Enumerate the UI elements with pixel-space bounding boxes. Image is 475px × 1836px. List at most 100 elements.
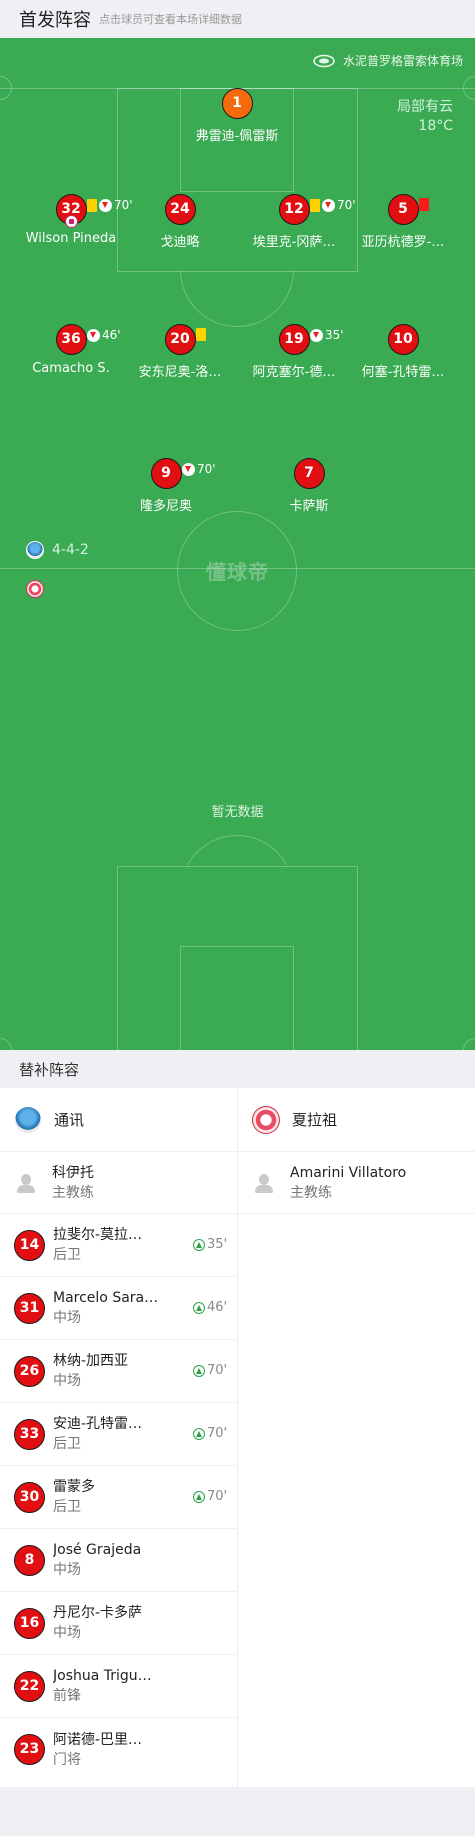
- player-name: Camacho S.: [32, 361, 110, 376]
- player-number: 10: [387, 324, 419, 355]
- sub-in: 35': [193, 1237, 227, 1252]
- player-number: 5: [387, 194, 419, 225]
- sub-minute: 70': [197, 462, 216, 476]
- sub-in: 70': [193, 1426, 227, 1441]
- player-slot[interactable]: 12 70' 埃里克-冈萨…: [239, 194, 356, 250]
- sub-minute: 35': [325, 328, 344, 342]
- sub-player-row[interactable]: 26 林纳-加西亚 中场 70': [0, 1340, 237, 1403]
- sub-number: 16: [14, 1607, 45, 1639]
- corner-arc: [0, 1038, 12, 1050]
- sub-in-minute: 35': [207, 1237, 228, 1252]
- sub-name: 丹尼尔-卡多萨: [53, 1605, 143, 1621]
- sub-player-row[interactable]: 30 雷蒙多后卫 70': [0, 1466, 237, 1529]
- away-no-data: 暂无数据: [211, 805, 264, 820]
- red-card-icon: [419, 198, 429, 211]
- subs-panel: 通讯 科伊托 主教练 14 拉斐尔-莫拉… 后卫 35' 31 Marcelo S…: [0, 1088, 475, 1787]
- player-events: [419, 198, 429, 211]
- bottom-goal-box: [180, 946, 294, 1050]
- yellow-card-icon: [310, 198, 320, 212]
- sub-in-icon: [193, 1238, 205, 1251]
- player-slot[interactable]: 10 何塞-孔特雷…: [348, 324, 458, 380]
- sub-position: 门将: [53, 1751, 81, 1768]
- sub-position: 后卫: [53, 1247, 81, 1263]
- player-number: 1: [221, 88, 253, 119]
- player-name: 弗雷迪-佩雷斯: [195, 129, 279, 144]
- sub-player-row[interactable]: 16 丹尼尔-卡多萨 中场: [0, 1592, 237, 1655]
- sub-number: 14: [14, 1229, 45, 1261]
- player-number: 36: [55, 324, 87, 355]
- sub-player-row[interactable]: 33 安迪-孔特雷… 后卫 70': [0, 1403, 237, 1466]
- sub-in-minute: 70': [207, 1489, 228, 1504]
- sub-number: 26: [14, 1355, 45, 1387]
- sub-out-icon: [322, 198, 335, 212]
- player-slot[interactable]: 9 70' 隆多尼奥: [111, 458, 221, 514]
- player-name: 卡萨斯: [289, 499, 329, 514]
- sub-in-minute: 70': [207, 1363, 228, 1378]
- away-coach-row: Amarini Villatoro 主教练: [238, 1152, 475, 1214]
- player-name: 隆多尼奥: [139, 499, 192, 514]
- sub-position: 中场: [53, 1625, 81, 1641]
- sub-out-icon: [87, 328, 100, 342]
- player-name: 阿克塞尔-德…: [252, 365, 336, 380]
- sub-minute: 46': [102, 328, 121, 342]
- sub-position: 后卫: [53, 1499, 81, 1515]
- sub-player-row[interactable]: 23 阿诺德-巴里… 门将: [0, 1718, 237, 1781]
- lineup-header: 首发阵容 点击球员可查看本场详细数据: [0, 0, 475, 38]
- sub-in: 70': [193, 1489, 227, 1504]
- sub-number: 23: [14, 1734, 45, 1765]
- player-name: 戈迪略: [160, 235, 200, 250]
- sub-number: 30: [14, 1481, 45, 1513]
- sub-number: 8: [14, 1544, 45, 1576]
- player-slot[interactable]: 24 戈迪略: [125, 194, 235, 250]
- sub-name: 林纳-加西亚: [53, 1353, 129, 1369]
- weather-condition: 局部有云: [397, 99, 453, 115]
- player-slot[interactable]: 20 安东尼奥-洛…: [125, 324, 235, 380]
- sub-name: 安迪-孔特雷…: [53, 1416, 143, 1432]
- sub-out-icon: [182, 462, 195, 476]
- sub-in-icon: [193, 1427, 205, 1440]
- player-events: 70': [182, 462, 216, 476]
- corner-arc: [0, 76, 12, 100]
- coach-role: 主教练: [52, 1184, 94, 1201]
- venue: 水泥普罗格雷索体育场: [313, 52, 463, 69]
- player-slot[interactable]: 19 35' 阿克塞尔-德…: [239, 324, 349, 380]
- sub-in-minute: 70': [207, 1426, 228, 1441]
- corner-arc: [463, 1038, 475, 1050]
- player-events: 46': [87, 328, 121, 342]
- sub-name: 雷蒙多: [53, 1479, 95, 1495]
- sub-position: 中场: [53, 1562, 81, 1578]
- sub-player-row[interactable]: 31 Marcelo Sarai… 中场 46': [0, 1277, 237, 1340]
- player-number: 24: [164, 194, 196, 225]
- goal-icon: [64, 215, 78, 228]
- sub-player-row[interactable]: 8 José Grajeda 中场: [0, 1529, 237, 1592]
- yellow-card-icon: [196, 328, 206, 341]
- home-team-name: 通讯: [54, 1111, 85, 1129]
- player-name: 埃里克-冈萨…: [252, 235, 336, 250]
- pitch: 水泥普罗格雷索体育场 局部有云 18°C 1 弗雷迪-佩雷斯 32 70' Wi…: [0, 38, 475, 1050]
- sub-in-icon: [193, 1490, 205, 1503]
- sub-number: 31: [14, 1292, 45, 1324]
- player-slot[interactable]: 7 卡萨斯: [254, 458, 364, 514]
- coach-name: Amarini Villatoro: [290, 1164, 407, 1181]
- subs-header: 替补阵容: [0, 1050, 475, 1088]
- sub-in: 46': [193, 1300, 227, 1315]
- sub-name: Marcelo Sarai…: [53, 1290, 161, 1306]
- home-team-row: 通讯: [0, 1088, 237, 1152]
- sub-out-icon: [310, 328, 323, 342]
- stadium-icon: [313, 54, 335, 67]
- home-subs-column: 通讯 科伊托 主教练 14 拉斐尔-莫拉… 后卫 35' 31 Marcelo S…: [0, 1088, 237, 1781]
- away-team-logo: [252, 1105, 280, 1134]
- player-slot[interactable]: 32 70' Wilson Pineda: [16, 194, 133, 246]
- sub-name: José Grajeda: [53, 1542, 142, 1558]
- player-slot[interactable]: 1 弗雷迪-佩雷斯: [182, 88, 292, 144]
- player-name: Wilson Pineda: [25, 231, 117, 246]
- sub-in: 70': [193, 1363, 227, 1378]
- sub-number: 33: [14, 1418, 45, 1450]
- player-slot[interactable]: 36 46' Camacho S.: [16, 324, 126, 376]
- player-slot[interactable]: 5 亚历杭德罗-…: [348, 194, 458, 250]
- sub-player-row[interactable]: 14 拉斐尔-莫拉… 后卫 35': [0, 1214, 237, 1277]
- sub-name: 阿诺德-巴里…: [53, 1731, 143, 1748]
- sub-player-row[interactable]: 22 Joshua Trigu… 前锋: [0, 1655, 237, 1718]
- away-subs-column: 夏拉祖 Amarini Villatoro 主教练: [238, 1088, 475, 1214]
- player-name: 亚历杭德罗-…: [361, 235, 445, 250]
